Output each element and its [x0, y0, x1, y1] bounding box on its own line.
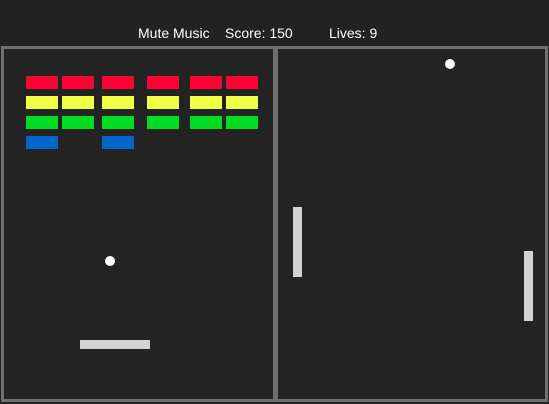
brick-blue [102, 136, 134, 149]
brick-yellow [226, 96, 258, 109]
lives-display: Lives: 9 [329, 25, 377, 41]
brick-green [62, 116, 94, 129]
brick-blue [26, 136, 58, 149]
breakout-ball [105, 256, 115, 266]
brick-yellow [62, 96, 94, 109]
hud-bar: Mute Music Score: 150 Lives: 9 [0, 0, 549, 42]
brick-green [147, 116, 179, 129]
brick-green [226, 116, 258, 129]
lives-label: Lives: [329, 25, 366, 41]
score-display: Score: 150 [225, 25, 293, 41]
brick-yellow [147, 96, 179, 109]
pong-ball [445, 59, 455, 69]
brick-green [102, 116, 134, 129]
score-label: Score: [225, 25, 266, 41]
lives-value: 9 [369, 25, 378, 41]
pong-playfield[interactable] [275, 46, 548, 402]
score-value: 150 [269, 25, 293, 41]
breakout-paddle[interactable] [80, 340, 150, 349]
brick-red [26, 76, 58, 89]
mute-music-button[interactable]: Mute Music [138, 25, 210, 41]
brick-red [62, 76, 94, 89]
brick-red [147, 76, 179, 89]
brick-red [102, 76, 134, 89]
pong-left-paddle[interactable] [293, 207, 302, 277]
brick-red [226, 76, 258, 89]
brick-yellow [190, 96, 222, 109]
brick-red [190, 76, 222, 89]
brick-green [26, 116, 58, 129]
breakout-playfield[interactable] [1, 46, 276, 402]
brick-yellow [26, 96, 58, 109]
pong-right-paddle[interactable] [524, 251, 533, 321]
brick-yellow [102, 96, 134, 109]
brick-green [190, 116, 222, 129]
